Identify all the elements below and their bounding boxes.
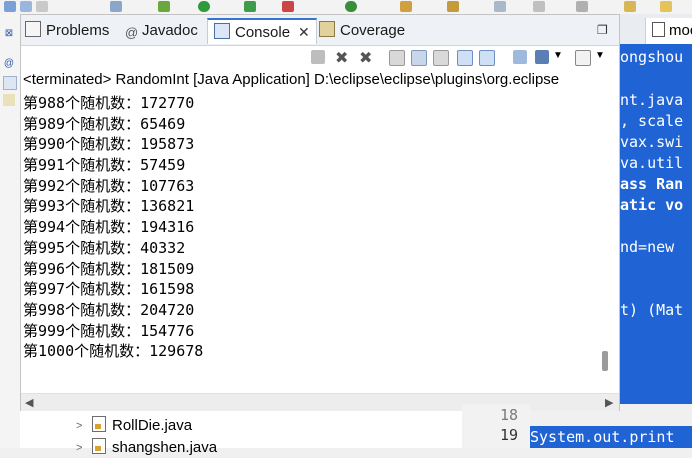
save-all-icon[interactable]	[36, 1, 48, 12]
vertical-scrollbar-thumb[interactable]	[602, 351, 608, 371]
code-line[interactable]: vax.swi	[620, 132, 692, 153]
save-icon[interactable]	[20, 1, 32, 12]
pin-console-icon[interactable]	[513, 50, 527, 64]
chevron-down-icon[interactable]: ▼	[553, 50, 563, 61]
problems-icon	[25, 21, 41, 37]
console-icon[interactable]	[3, 76, 17, 90]
output-line: 第1000个随机数：129678	[23, 342, 204, 361]
chevron-right-icon[interactable]: >	[76, 438, 82, 458]
restore-icon[interactable]: ❐	[597, 23, 608, 37]
tab-javadoc-label: Javadoc	[142, 22, 198, 39]
debug-icon[interactable]	[158, 1, 170, 12]
tree-item-shangshen[interactable]: > shangshen.java	[76, 438, 217, 458]
code-line[interactable]: , scale	[620, 111, 692, 132]
open-console-icon[interactable]	[575, 50, 591, 66]
tab-console[interactable]: Console ✕	[207, 18, 317, 44]
java-file-icon	[92, 438, 106, 454]
tab-problems-label: Problems	[46, 22, 110, 39]
coverage-icon[interactable]	[3, 94, 15, 106]
output-line: 第990个随机数：195873	[23, 135, 195, 154]
display-console-icon[interactable]	[535, 50, 549, 64]
tab-coverage[interactable]: Coverage	[319, 19, 405, 43]
console-toolbar: ✖ ✖ ▼ ▼	[21, 46, 619, 68]
code-line[interactable]: va.util	[620, 153, 692, 174]
code-line[interactable]	[620, 279, 692, 300]
output-line: 第998个随机数：204720	[23, 300, 195, 319]
editor-tab-label: moc	[669, 22, 692, 39]
console-icon	[214, 23, 230, 39]
code-line[interactable]: nt.java	[620, 90, 692, 111]
external-tools-icon[interactable]	[282, 1, 294, 12]
output-line: 第993个随机数：136821	[23, 197, 195, 216]
package-explorer: > RollDie.java > shangshen.java	[20, 411, 463, 456]
output-line: 第996个随机数：181509	[23, 259, 195, 278]
remove-launch-icon[interactable]: ✖	[335, 48, 348, 68]
line-number: 19	[500, 426, 519, 444]
code-line[interactable]: ass Ran	[620, 174, 692, 195]
tab-problems[interactable]: Problems	[25, 19, 109, 43]
back-icon[interactable]	[533, 1, 545, 12]
output-line: 第992个随机数：107763	[23, 176, 195, 195]
chevron-down-icon[interactable]: ▼	[595, 50, 605, 61]
open-type-icon[interactable]	[400, 1, 412, 12]
code-line[interactable]: ongshou	[620, 47, 692, 68]
output-line: 第989个随机数：65469	[23, 114, 186, 133]
coverage-run-icon[interactable]	[244, 1, 256, 12]
code-line[interactable]: t) (Mat	[620, 300, 692, 321]
perspective-icon[interactable]	[624, 1, 636, 12]
coverage-icon	[319, 21, 335, 37]
search-icon[interactable]	[110, 1, 122, 12]
output-line: 第997个随机数：161598	[23, 280, 195, 299]
output-line: 第991个随机数：57459	[23, 156, 186, 175]
output-line: 第999个随机数：154776	[23, 321, 195, 340]
at-icon[interactable]: @	[3, 58, 15, 70]
view-tab-bar: Problems @ Javadoc Console ✕ Coverage ❐	[21, 15, 619, 46]
java-file-icon	[652, 22, 665, 37]
scroll-left-icon[interactable]: ◀	[25, 396, 33, 409]
run-icon[interactable]	[198, 1, 210, 12]
output-line: 第995个随机数：40332	[23, 238, 186, 257]
clear-console-icon[interactable]	[389, 50, 405, 66]
code-line[interactable]	[620, 216, 692, 237]
tree-item-label: RollDie.java	[112, 417, 193, 434]
show-on-error-icon[interactable]	[479, 50, 495, 66]
problems-icon[interactable]: ⊠	[3, 28, 15, 40]
show-on-output-icon[interactable]	[457, 50, 473, 66]
at-icon: @	[125, 25, 139, 40]
output-line: 第994个随机数：194316	[23, 218, 195, 237]
java-file-icon	[92, 416, 106, 432]
forward-icon[interactable]	[576, 1, 588, 12]
console-output: 第988个随机数：172770 第989个随机数：65469 第990个随机数：…	[23, 93, 603, 362]
output-line: 第988个随机数：172770	[23, 94, 195, 112]
java-perspective-icon[interactable]	[660, 1, 672, 12]
remove-all-icon[interactable]: ✖	[359, 48, 372, 68]
close-icon[interactable]: ✕	[298, 24, 310, 40]
new-icon[interactable]	[4, 1, 16, 12]
terminate-icon[interactable]	[311, 50, 325, 64]
code-line[interactable]: atic vo	[620, 195, 692, 216]
pen-icon[interactable]	[447, 1, 459, 12]
main-toolbar	[0, 0, 692, 15]
code-line[interactable]	[620, 258, 692, 279]
scroll-right-icon[interactable]: ▶	[605, 396, 613, 409]
left-side-bar: ⊠ @	[0, 14, 21, 448]
tab-console-label: Console	[235, 24, 291, 41]
editor-tab[interactable]: moc	[645, 18, 692, 44]
tab-coverage-label: Coverage	[340, 22, 406, 39]
line-number: 18	[500, 406, 519, 424]
console-status: <terminated> RandomInt [Java Application…	[23, 71, 560, 88]
tab-javadoc[interactable]: @ Javadoc	[125, 19, 198, 43]
chevron-right-icon[interactable]: >	[76, 416, 82, 436]
new-java-icon[interactable]	[345, 1, 357, 12]
code-line[interactable]	[620, 68, 692, 89]
line-number-gutter	[462, 404, 530, 448]
code-line[interactable]: System.out.print	[530, 426, 692, 448]
scroll-lock-icon[interactable]	[411, 50, 427, 66]
code-line[interactable]: nd=new	[620, 237, 692, 258]
word-wrap-icon[interactable]	[433, 50, 449, 66]
console-view: Problems @ Javadoc Console ✕ Coverage ❐ ✖ …	[20, 14, 620, 411]
nav-icon[interactable]	[494, 1, 506, 12]
tree-item-rolldie[interactable]: > RollDie.java	[76, 416, 193, 436]
